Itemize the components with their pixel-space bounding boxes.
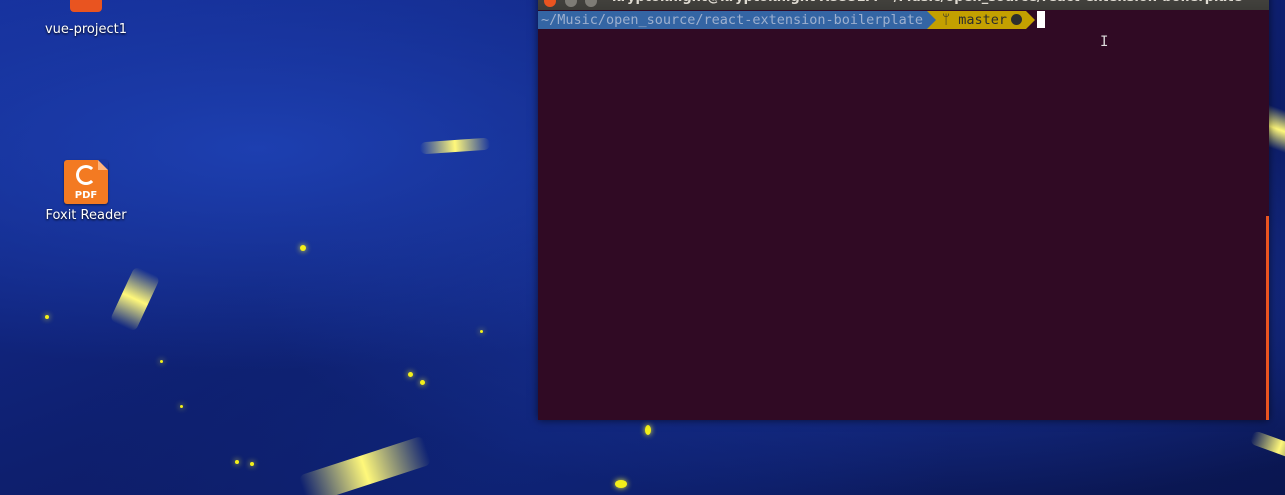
pdf-icon-text: PDF bbox=[74, 190, 98, 201]
desktop-icon-label: Foxit Reader bbox=[45, 208, 127, 223]
powerline-separator-icon bbox=[927, 11, 937, 29]
terminal-window[interactable]: kryptoknight@kryptoknight-X555LF: ~/Musi… bbox=[538, 0, 1269, 420]
desktop-icon-vue-project1[interactable]: vue-project1 bbox=[40, 0, 132, 37]
desktop-icon-foxit-reader[interactable]: PDF Foxit Reader bbox=[40, 160, 132, 223]
wallpaper-firefly bbox=[645, 425, 651, 435]
git-branch-icon: ᛘ bbox=[942, 12, 951, 28]
minimize-window-button[interactable] bbox=[564, 0, 577, 7]
wallpaper-firefly bbox=[300, 245, 306, 251]
wallpaper-firefly bbox=[235, 460, 239, 464]
wallpaper-firefly bbox=[420, 380, 425, 385]
maximize-window-button[interactable] bbox=[585, 0, 598, 7]
powerline-separator-icon bbox=[1026, 11, 1036, 29]
wallpaper-firefly bbox=[45, 315, 49, 319]
terminal-titlebar[interactable]: kryptoknight@kryptoknight-X555LF: ~/Musi… bbox=[538, 0, 1269, 10]
shell-prompt[interactable]: ~/Music/open_source/react-extension-boil… bbox=[538, 11, 1046, 29]
desktop-icon-label: vue-project1 bbox=[44, 22, 127, 37]
wallpaper-firefly bbox=[1249, 430, 1285, 464]
folder-icon bbox=[64, 0, 108, 18]
git-branch-name: master bbox=[958, 12, 1008, 28]
prompt-path: ~/Music/open_source/react-extension-boil… bbox=[538, 11, 928, 29]
wallpaper-firefly bbox=[180, 405, 183, 408]
wallpaper-firefly bbox=[615, 480, 627, 488]
wallpaper-firefly bbox=[480, 330, 483, 333]
text-cursor bbox=[1037, 11, 1046, 28]
wallpaper-firefly bbox=[419, 137, 491, 155]
prompt-git-segment: ᛘ master bbox=[936, 11, 1027, 29]
wallpaper-firefly bbox=[250, 462, 254, 466]
ibeam-mouse-pointer-icon: I bbox=[1100, 34, 1109, 50]
terminal-scrollbar[interactable] bbox=[1266, 216, 1269, 420]
close-window-button[interactable] bbox=[544, 0, 556, 7]
wallpaper-firefly bbox=[109, 265, 161, 333]
git-dirty-indicator-icon bbox=[1011, 14, 1023, 25]
wallpaper-firefly bbox=[298, 435, 432, 495]
wallpaper-firefly bbox=[408, 372, 413, 377]
window-title: kryptoknight@kryptoknight-X555LF: ~/Musi… bbox=[612, 0, 1269, 10]
pdf-icon: PDF bbox=[64, 160, 108, 204]
wallpaper-firefly bbox=[160, 360, 163, 363]
